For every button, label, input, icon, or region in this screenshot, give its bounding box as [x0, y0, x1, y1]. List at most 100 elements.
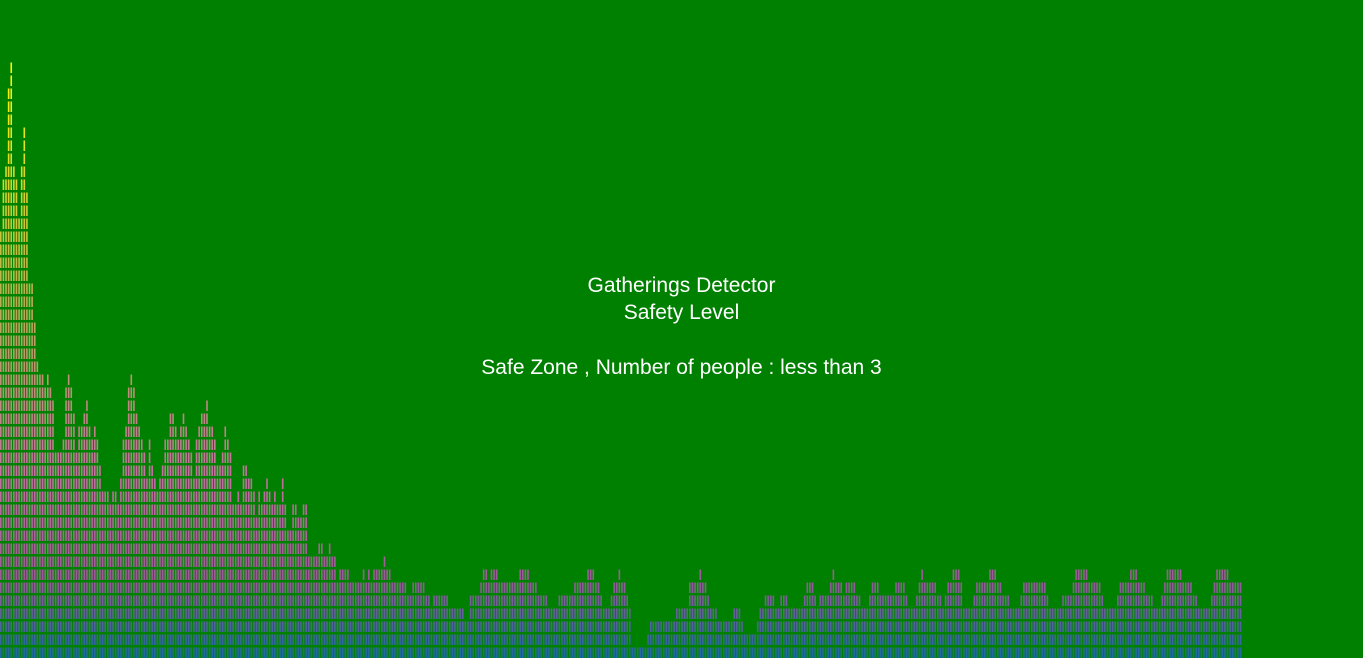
visualizer-segment [151, 543, 153, 554]
visualizer-segment [783, 608, 785, 619]
visualizer-bar [582, 582, 584, 658]
visualizer-segment [200, 439, 203, 450]
visualizer-segment [138, 452, 140, 463]
visualizer-segment [7, 140, 10, 151]
visualizer-segment [997, 621, 999, 632]
visualizer-segment [33, 426, 36, 437]
visualizer-segment [146, 582, 148, 593]
visualizer-segment [806, 634, 809, 645]
visualizer-segment [1046, 608, 1049, 619]
visualizer-segment [1104, 621, 1106, 632]
visualizer-segment [448, 634, 451, 645]
visualizer-segment [300, 647, 302, 658]
visualizer-segment [809, 647, 811, 658]
visualizer-segment [514, 634, 516, 645]
visualizer-segment [169, 439, 172, 450]
visualizer-segment [52, 465, 54, 476]
visualizer-segment [775, 621, 777, 632]
visualizer-segment [1226, 569, 1229, 580]
visualizer-segment [950, 582, 952, 593]
visualizer-segment [1166, 608, 1169, 619]
visualizer-bar [978, 582, 981, 658]
visualizer-segment [910, 608, 913, 619]
visualizer-segment [869, 621, 871, 632]
visualizer-segment [156, 556, 159, 567]
visualizer-segment [425, 621, 428, 632]
visualizer-segment [420, 582, 422, 593]
visualizer-segment [127, 621, 130, 632]
visualizer-segment [1002, 634, 1004, 645]
visualizer-segment [65, 647, 67, 658]
visualizer-segment [811, 647, 814, 658]
visualizer-segment [764, 595, 767, 606]
visualizer-segment [401, 634, 404, 645]
visualizer-segment [80, 647, 83, 658]
visualizer-segment [490, 582, 493, 593]
visualizer-segment [430, 608, 433, 619]
visualizer-segment [261, 543, 263, 554]
visualizer-segment [193, 595, 195, 606]
visualizer-segment [1229, 647, 1231, 658]
visualizer-segment [375, 634, 378, 645]
visualizer-segment [193, 569, 195, 580]
visualizer-segment [198, 582, 200, 593]
visualizer-segment [294, 595, 297, 606]
visualizer-segment [133, 491, 135, 502]
visualizer-segment [78, 517, 80, 528]
visualizer-segment [506, 608, 508, 619]
visualizer-segment [715, 608, 717, 619]
visualizer-segment [326, 595, 328, 606]
visualizer-bar [435, 595, 438, 658]
visualizer-segment [54, 582, 57, 593]
visualizer-segment [247, 517, 250, 528]
visualizer-segment [1077, 621, 1080, 632]
visualizer-segment [1239, 582, 1242, 593]
visualizer-segment [1132, 647, 1135, 658]
visualizer-segment [182, 543, 185, 554]
visualizer-bar [1041, 582, 1043, 658]
visualizer-bar [438, 595, 441, 658]
visualizer-segment [41, 621, 44, 632]
visualizer-segment [62, 647, 65, 658]
safety-status-text: Safe Zone , Number of people : less than… [481, 356, 882, 379]
visualizer-bar [190, 452, 193, 658]
visualizer-segment [1064, 634, 1067, 645]
visualizer-segment [5, 582, 7, 593]
visualizer-segment [1023, 608, 1025, 619]
visualizer-bar [360, 582, 362, 658]
visualizer-segment [2, 192, 5, 203]
visualizer-segment [159, 478, 161, 489]
visualizer-segment [1109, 647, 1111, 658]
visualizer-segment [46, 400, 49, 411]
visualizer-segment [232, 595, 234, 606]
visualizer-segment [602, 647, 605, 658]
visualizer-segment [221, 569, 224, 580]
visualizer-segment [211, 491, 214, 502]
visualizer-segment [187, 517, 190, 528]
visualizer-segment [88, 504, 91, 515]
visualizer-segment [788, 647, 790, 658]
visualizer-segment [234, 608, 237, 619]
visualizer-segment [360, 647, 362, 658]
visualizer-segment [208, 465, 211, 476]
visualizer-segment [417, 621, 420, 632]
visualizer-bar [1090, 582, 1093, 658]
visualizer-segment [26, 543, 28, 554]
visualizer-segment [122, 491, 125, 502]
visualizer-segment [511, 582, 514, 593]
visualizer-segment [284, 608, 287, 619]
visualizer-segment [62, 465, 65, 476]
visualizer-segment [96, 439, 99, 450]
visualizer-segment [1224, 595, 1226, 606]
visualizer-segment [307, 595, 310, 606]
visualizer-segment [46, 543, 49, 554]
visualizer-segment [563, 621, 566, 632]
visualizer-bar [1205, 608, 1208, 658]
visualizer-segment [882, 595, 884, 606]
visualizer-segment [576, 647, 579, 658]
visualizer-segment [83, 647, 86, 658]
visualizer-segment [5, 205, 7, 216]
visualizer-segment [140, 647, 143, 658]
visualizer-segment [678, 608, 681, 619]
visualizer-bar [1020, 595, 1023, 658]
